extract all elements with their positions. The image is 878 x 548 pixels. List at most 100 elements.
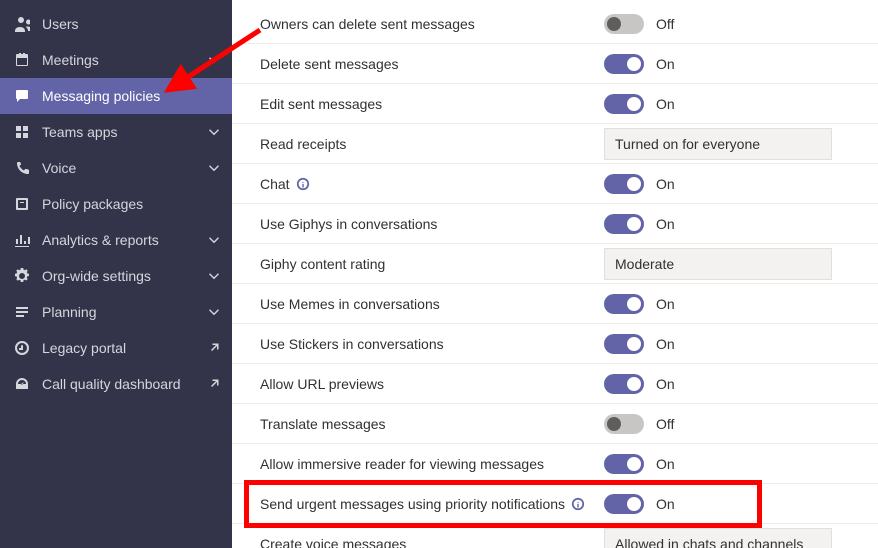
setting-row: Owners can delete sent messages Off [232, 4, 878, 44]
chevron-down-icon [208, 54, 220, 66]
toggle-switch[interactable] [604, 454, 644, 474]
setting-row: Allow immersive reader for viewing messa… [232, 444, 878, 484]
sidebar-item-label: Org-wide settings [42, 268, 208, 284]
settings-panel: Owners can delete sent messages Off Delete… [232, 0, 878, 548]
setting-control: On [604, 334, 850, 354]
setting-label-text: Allow URL previews [260, 376, 384, 392]
sidebar-item-label: Analytics & reports [42, 232, 208, 248]
sidebar-item-users[interactable]: Users [0, 6, 232, 42]
sidebar-item-label: Meetings [42, 52, 208, 68]
sidebar-item-teams-apps[interactable]: Teams apps [0, 114, 232, 150]
planning-icon [14, 304, 30, 320]
setting-label: Allow immersive reader for viewing messa… [260, 456, 604, 472]
select-dropdown[interactable]: Moderate [604, 248, 832, 280]
gear-icon [14, 268, 30, 284]
toggle-switch[interactable] [604, 494, 644, 514]
toggle-state-text: On [656, 216, 675, 232]
sidebar-item-call-quality-dashboard[interactable]: Call quality dashboard [0, 366, 232, 402]
setting-control: On [604, 374, 850, 394]
sidebar-item-label: Planning [42, 304, 208, 320]
setting-label-text: Chat [260, 176, 290, 192]
setting-label-text: Giphy content rating [260, 256, 385, 272]
setting-label-text: Owners can delete sent messages [260, 16, 475, 32]
setting-label: Create voice messages [260, 536, 604, 548]
apps-icon [14, 124, 30, 140]
setting-label: Allow URL previews [260, 376, 604, 392]
sidebar-item-label: Voice [42, 160, 208, 176]
setting-label-text: Read receipts [260, 136, 346, 152]
select-value: Turned on for everyone [615, 136, 760, 152]
setting-control: Off [604, 414, 850, 434]
setting-row: Delete sent messagesOn [232, 44, 878, 84]
setting-label: Translate messages [260, 416, 604, 432]
sidebar-item-label: Teams apps [42, 124, 208, 140]
setting-control: On [604, 94, 850, 114]
setting-label-text: Use Giphys in conversations [260, 216, 437, 232]
setting-label: Use Memes in conversations [260, 296, 604, 312]
setting-label-text: Create voice messages [260, 536, 406, 548]
setting-label: Edit sent messages [260, 96, 604, 112]
setting-label: Chat [260, 176, 604, 192]
toggle-switch[interactable] [604, 334, 644, 354]
external-link-icon [208, 342, 220, 354]
toggle-switch[interactable] [604, 414, 644, 434]
toggle-switch[interactable] [604, 374, 644, 394]
users-icon [14, 16, 30, 32]
chat-icon [14, 88, 30, 104]
toggle-switch[interactable] [604, 54, 644, 74]
sidebar-item-legacy-portal[interactable]: Legacy portal [0, 330, 232, 366]
setting-control: Allowed in chats and channels [604, 528, 850, 548]
toggle-switch[interactable] [604, 294, 644, 314]
setting-label-text: Translate messages [260, 416, 386, 432]
setting-label-text: Delete sent messages [260, 56, 399, 72]
setting-row: Edit sent messagesOn [232, 84, 878, 124]
setting-row: Allow URL previews On [232, 364, 878, 404]
info-icon [296, 177, 310, 191]
toggle-switch[interactable] [604, 14, 644, 34]
setting-row: Use Stickers in conversations On [232, 324, 878, 364]
sidebar-item-policy-packages[interactable]: Policy packages [0, 186, 232, 222]
setting-control: Turned on for everyone [604, 128, 850, 160]
external-link-icon [208, 378, 220, 390]
setting-label: Read receipts [260, 136, 604, 152]
toggle-state-text: On [656, 336, 675, 352]
sidebar-item-label: Call quality dashboard [42, 376, 202, 392]
setting-label: Use Stickers in conversations [260, 336, 604, 352]
toggle-state-text: On [656, 456, 675, 472]
setting-label: Send urgent messages using priority noti… [260, 496, 604, 512]
chevron-down-icon [208, 126, 220, 138]
toggle-switch[interactable] [604, 214, 644, 234]
setting-label: Use Giphys in conversations [260, 216, 604, 232]
toggle-state-text: On [656, 296, 675, 312]
toggle-switch[interactable] [604, 174, 644, 194]
select-value: Moderate [615, 256, 674, 272]
setting-row: Read receipts Turned on for everyone [232, 124, 878, 164]
sidebar-item-analytics-reports[interactable]: Analytics & reports [0, 222, 232, 258]
sidebar-item-messaging-policies[interactable]: Messaging policies [0, 78, 232, 114]
setting-control: On [604, 494, 850, 514]
analytics-icon [14, 232, 30, 248]
setting-label-text: Allow immersive reader for viewing messa… [260, 456, 544, 472]
toggle-state-text: Off [656, 16, 674, 32]
legacy-icon [14, 340, 30, 356]
sidebar-item-planning[interactable]: Planning [0, 294, 232, 330]
setting-label-text: Use Stickers in conversations [260, 336, 444, 352]
toggle-state-text: On [656, 176, 675, 192]
setting-row: Use Giphys in conversations On [232, 204, 878, 244]
select-value: Allowed in chats and channels [615, 536, 803, 548]
sidebar-item-voice[interactable]: Voice [0, 150, 232, 186]
select-dropdown[interactable]: Turned on for everyone [604, 128, 832, 160]
chevron-down-icon [208, 162, 220, 174]
toggle-state-text: On [656, 496, 675, 512]
setting-control: On [604, 454, 850, 474]
setting-control: On [604, 294, 850, 314]
package-icon [14, 196, 30, 212]
toggle-state-text: On [656, 376, 675, 392]
sidebar-item-org-wide-settings[interactable]: Org-wide settings [0, 258, 232, 294]
setting-control: On [604, 174, 850, 194]
select-dropdown[interactable]: Allowed in chats and channels [604, 528, 832, 548]
setting-row: Translate messages Off [232, 404, 878, 444]
toggle-switch[interactable] [604, 94, 644, 114]
setting-control: On [604, 214, 850, 234]
sidebar-item-meetings[interactable]: Meetings [0, 42, 232, 78]
